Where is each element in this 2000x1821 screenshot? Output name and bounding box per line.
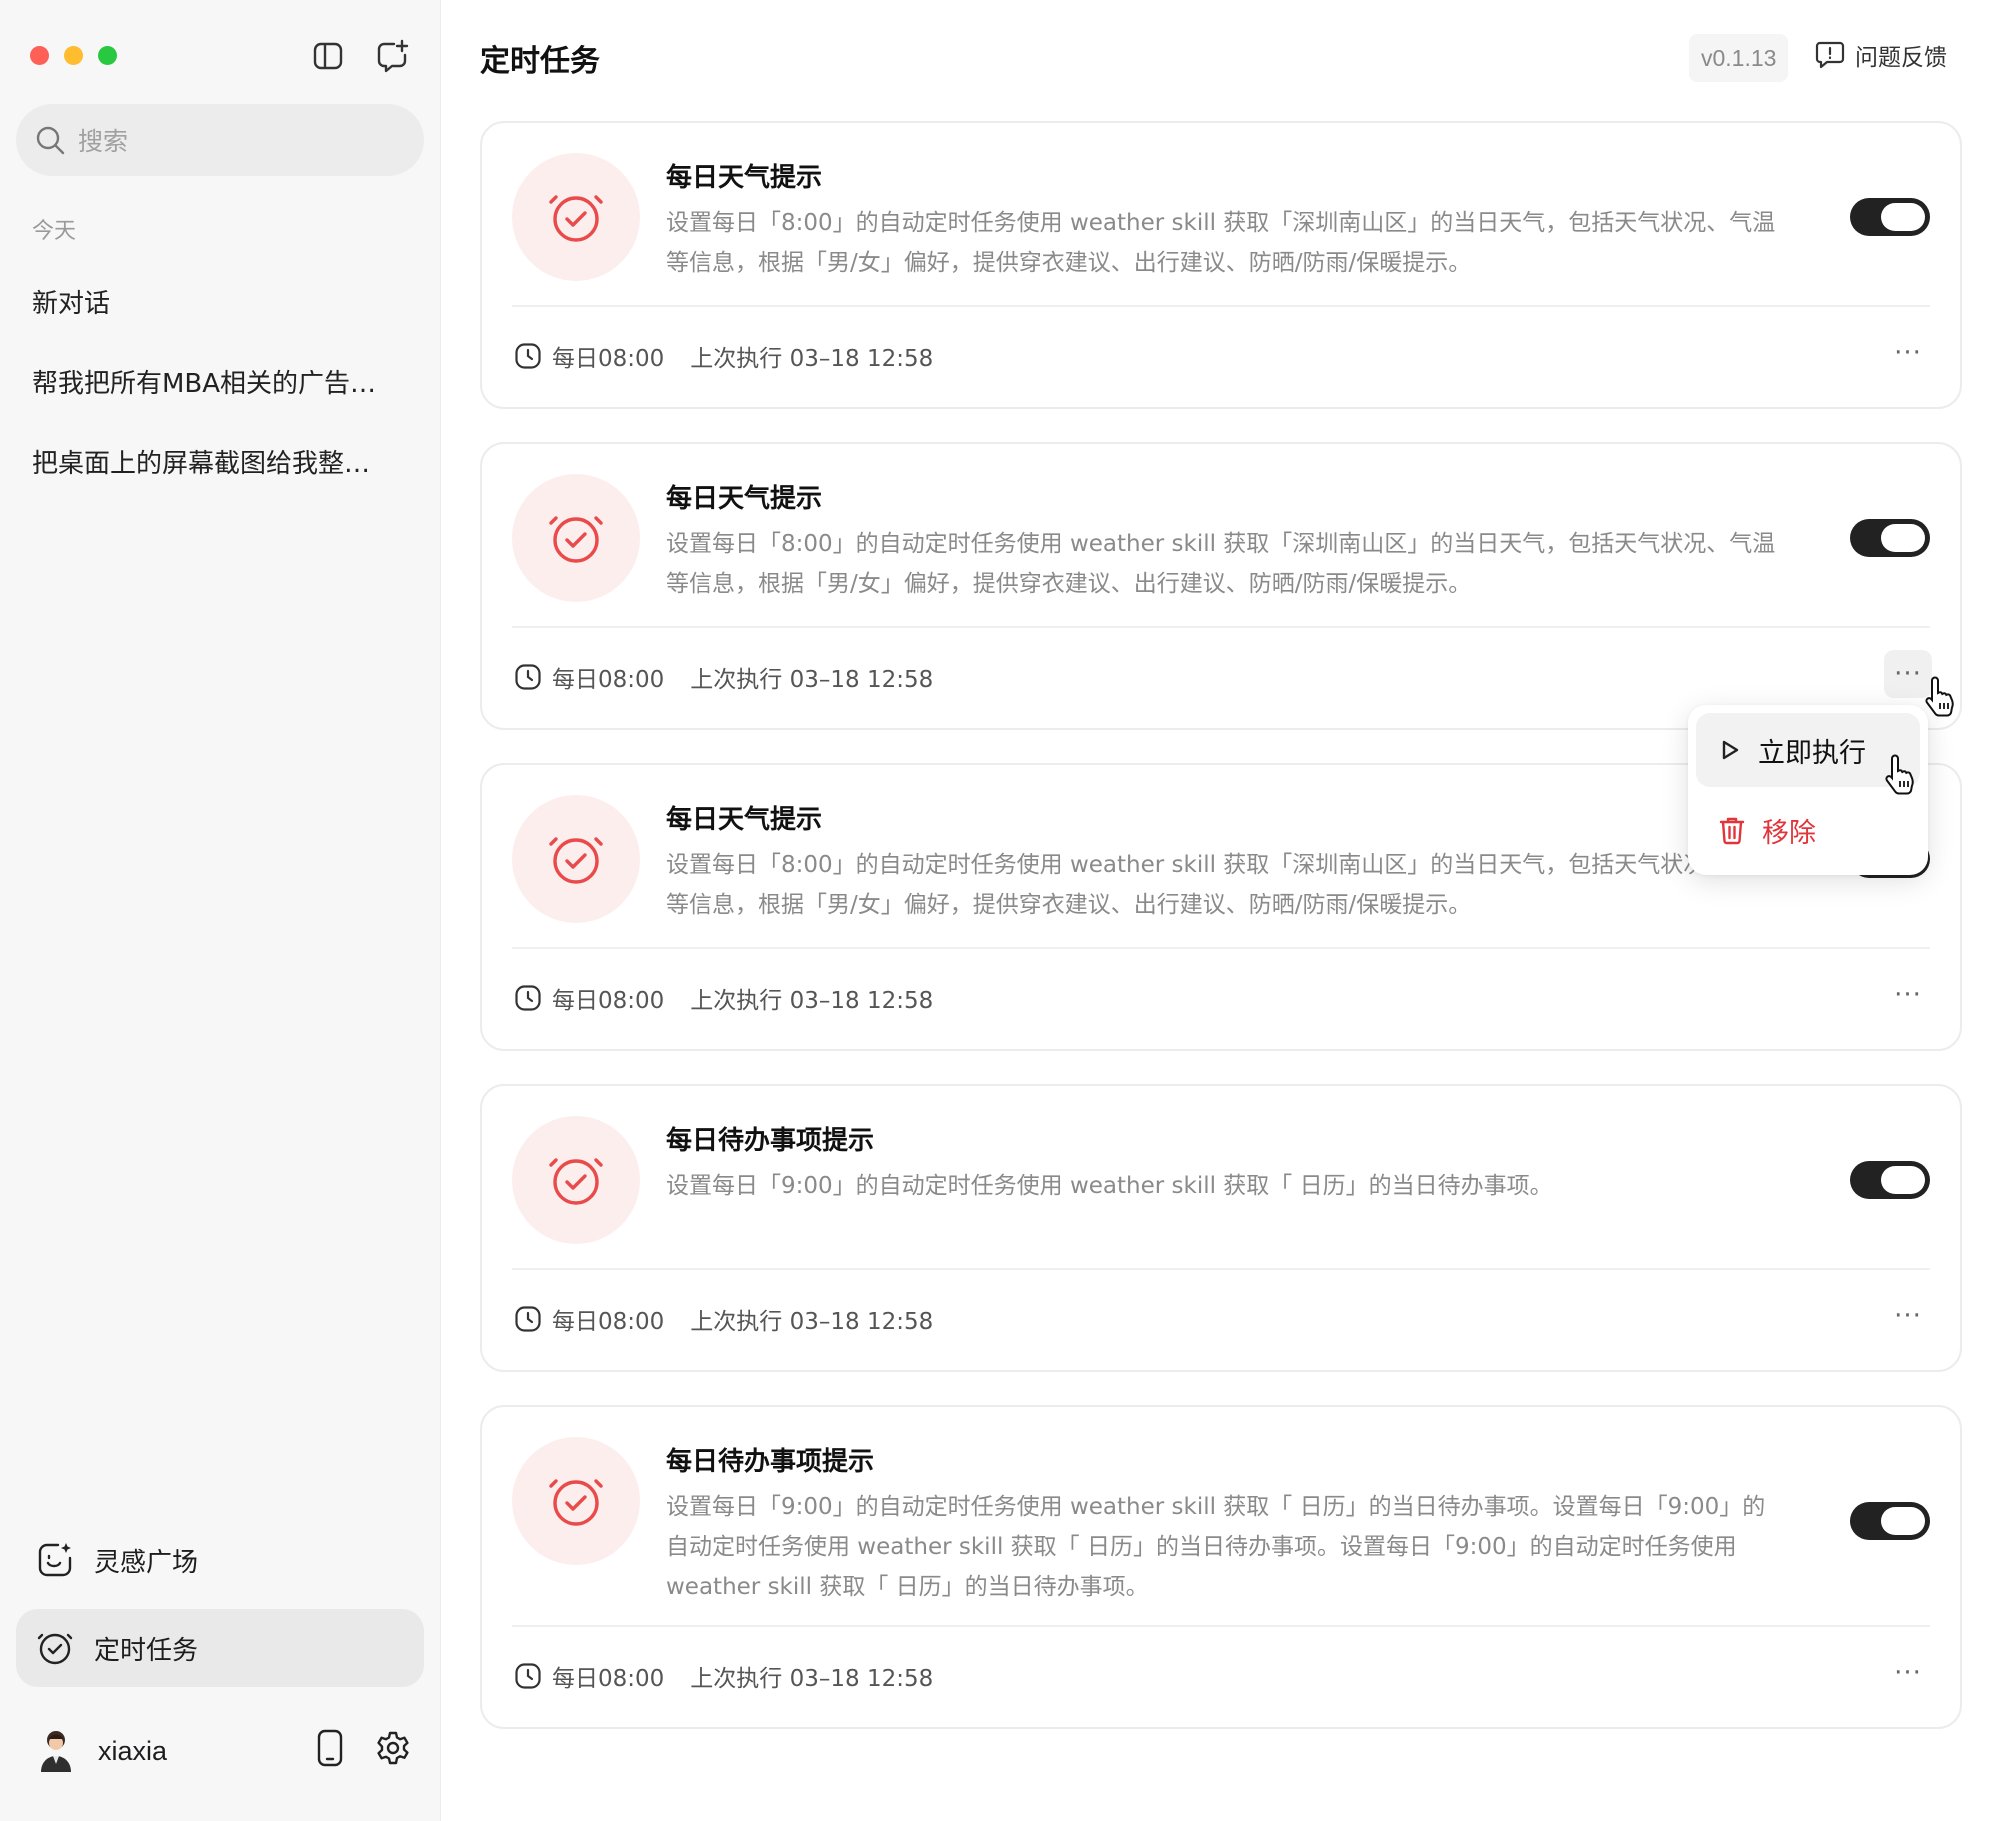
phone-icon[interactable]	[311, 1727, 349, 1769]
page-title: 定时任务	[480, 44, 600, 79]
close-window-button[interactable]	[30, 46, 49, 65]
clock-icon	[515, 1663, 541, 1689]
task-meta: 每日08:00 上次执行 03–18 12:58	[514, 1659, 933, 1693]
window-controls	[30, 46, 117, 65]
main-content: 定时任务 v0.1.13 问题反馈 每日天气提示 设置每日「8:00」的自动定时…	[442, 0, 2000, 1821]
more-options-button[interactable]: ···	[1884, 971, 1932, 1019]
task-card: 每日天气提示 设置每日「8:00」的自动定时任务使用 weather skill…	[480, 442, 1962, 730]
task-last-run: 上次执行 03–18 12:58	[690, 1309, 934, 1335]
maximize-window-button[interactable]	[98, 46, 117, 65]
minimize-window-button[interactable]	[64, 46, 83, 65]
task-description: 设置每日「8:00」的自动定时任务使用 weather skill 获取「深圳南…	[666, 210, 1776, 276]
task-schedule: 每日08:00	[552, 1666, 665, 1692]
user-profile[interactable]: xiaxia	[36, 1728, 167, 1774]
clock-icon	[515, 985, 541, 1011]
settings-gear-icon[interactable]	[374, 1727, 412, 1769]
sparkle-face-icon	[38, 1543, 72, 1577]
nav-label: 定时任务	[94, 1635, 199, 1666]
sidebar: 搜索 今天 新对话 帮我把所有MBA相关的广告… 把桌面上的屏幕截图给我整… 灵…	[0, 0, 441, 1821]
task-description: 设置每日「9:00」的自动定时任务使用 weather skill 获取「 日历…	[666, 1173, 1553, 1199]
version-badge: v0.1.13	[1689, 34, 1789, 82]
alarm-clock-icon	[37, 1633, 73, 1665]
task-enabled-toggle[interactable]	[1850, 198, 1930, 236]
task-alarm-icon	[512, 1437, 640, 1565]
conversation-item[interactable]: 新对话	[32, 283, 412, 320]
more-options-button[interactable]: ···	[1884, 1649, 1932, 1697]
divider	[512, 305, 1930, 307]
search-icon	[36, 126, 65, 155]
task-card: 每日待办事项提示 设置每日「9:00」的自动定时任务使用 weather ski…	[480, 1084, 1962, 1372]
task-last-run: 上次执行 03–18 12:58	[690, 667, 934, 693]
more-options-button[interactable]: ···	[1884, 329, 1932, 377]
remove-menu-item[interactable]: 移除	[1696, 793, 1920, 867]
divider	[512, 626, 1930, 628]
task-last-run: 上次执行 03–18 12:58	[690, 346, 934, 372]
task-card: 每日天气提示 设置每日「8:00」的自动定时任务使用 weather skill…	[480, 121, 1962, 409]
task-meta: 每日08:00 上次执行 03–18 12:58	[514, 981, 933, 1015]
task-alarm-icon	[512, 153, 640, 281]
task-meta: 每日08:00 上次执行 03–18 12:58	[514, 339, 933, 373]
new-chat-icon[interactable]	[374, 38, 410, 74]
feedback-button[interactable]: 问题反馈	[1815, 38, 1947, 72]
task-schedule: 每日08:00	[552, 1309, 665, 1335]
clock-icon	[515, 664, 541, 690]
task-alarm-icon	[512, 795, 640, 923]
task-description: 设置每日「8:00」的自动定时任务使用 weather skill 获取「深圳南…	[666, 531, 1776, 597]
search-placeholder: 搜索	[78, 127, 129, 156]
task-last-run: 上次执行 03–18 12:58	[690, 1666, 934, 1692]
task-enabled-toggle[interactable]	[1850, 519, 1930, 557]
play-icon	[1722, 740, 1739, 760]
task-title: 每日待办事项提示	[666, 1447, 875, 1477]
task-title: 每日天气提示	[666, 805, 823, 835]
avatar	[41, 1731, 71, 1772]
search-input[interactable]: 搜索	[16, 104, 424, 176]
task-title: 每日天气提示	[666, 163, 823, 193]
username: xiaxia	[98, 1735, 168, 1766]
feedback-label: 问题反馈	[1855, 45, 1947, 71]
task-schedule: 每日08:00	[552, 988, 665, 1014]
task-alarm-icon	[512, 1116, 640, 1244]
trash-icon	[1719, 817, 1745, 845]
task-meta: 每日08:00 上次执行 03–18 12:58	[514, 660, 933, 694]
task-enabled-toggle[interactable]	[1850, 1161, 1930, 1199]
task-description: 设置每日「9:00」的自动定时任务使用 weather skill 获取「 日历…	[666, 1494, 1766, 1600]
task-meta: 每日08:00 上次执行 03–18 12:58	[514, 1302, 933, 1336]
remove-label: 移除	[1762, 817, 1816, 849]
clock-icon	[515, 1306, 541, 1332]
nav-label: 灵感广场	[94, 1547, 199, 1578]
nav-scheduled-tasks[interactable]: 定时任务	[16, 1609, 424, 1687]
task-description: 设置每日「8:00」的自动定时任务使用 weather skill 获取「深圳南…	[666, 852, 1776, 918]
toggle-sidebar-icon[interactable]	[310, 38, 346, 74]
nav-inspiration-plaza[interactable]: 灵感广场	[16, 1521, 424, 1599]
task-schedule: 每日08:00	[552, 346, 665, 372]
conversation-item[interactable]: 帮我把所有MBA相关的广告…	[32, 363, 412, 400]
task-schedule: 每日08:00	[552, 667, 665, 693]
conversation-item[interactable]: 把桌面上的屏幕截图给我整…	[32, 443, 412, 480]
section-today-label: 今天	[32, 219, 77, 244]
feedback-icon	[1815, 41, 1845, 69]
task-enabled-toggle[interactable]	[1850, 1502, 1930, 1540]
task-last-run: 上次执行 03–18 12:58	[690, 988, 934, 1014]
hand-cursor-icon	[1925, 676, 1954, 717]
run-now-label: 立即执行	[1758, 737, 1866, 769]
task-alarm-icon	[512, 474, 640, 602]
divider	[512, 1625, 1930, 1627]
task-title: 每日天气提示	[666, 484, 823, 514]
divider	[512, 1268, 1930, 1270]
task-title: 每日待办事项提示	[666, 1126, 875, 1156]
more-options-button[interactable]: ···	[1884, 1292, 1932, 1340]
hand-cursor-icon	[1885, 754, 1914, 795]
divider	[512, 947, 1930, 949]
task-card: 每日待办事项提示 设置每日「9:00」的自动定时任务使用 weather ski…	[480, 1405, 1962, 1729]
clock-icon	[515, 343, 541, 369]
